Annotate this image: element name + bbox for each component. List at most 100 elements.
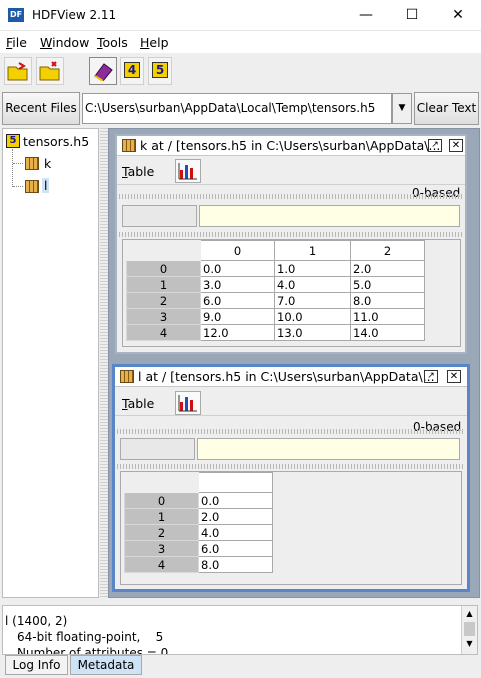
data-table[interactable]: 0 0.0 1 2.0 2 4.0 3 6.0 4 8.0 (124, 472, 273, 573)
hdf4-library-button[interactable]: 4 (120, 57, 144, 85)
file-tree: 5 tensors.h5 k l (2, 128, 99, 598)
cell-location-field (120, 438, 195, 460)
hdf4-icon: 4 (124, 62, 140, 78)
table-cell[interactable]: 7.0 (274, 292, 351, 309)
table-cell[interactable]: 2.0 (350, 260, 425, 277)
table-cell[interactable]: 2.0 (198, 508, 273, 525)
tab-log-info[interactable]: Log Info (5, 655, 68, 675)
dataset-window-k: k at / [tensors.h5 in C:\Users\surban\Ap… (115, 134, 467, 354)
path-dropdown-button[interactable]: ▼ (392, 93, 412, 124)
new-file-button[interactable] (36, 57, 64, 85)
close-window-button[interactable]: ✕ (449, 139, 463, 152)
table-cell[interactable]: 8.0 (350, 292, 425, 309)
close-icon: ✕ (451, 140, 461, 151)
menu-file[interactable]: File (6, 35, 27, 50)
data-table[interactable]: 0 1 2 0 0.0 1.0 2.0 1 3.0 4.0 5.0 2 6.0 … (126, 240, 425, 341)
popout-window-button[interactable]: ↗ (424, 370, 438, 383)
table-row: 4 12.0 13.0 14.0 (126, 324, 425, 341)
column-header[interactable]: 0 (200, 240, 275, 261)
hdf5-icon: 5 (152, 62, 168, 78)
open-file-button[interactable] (4, 57, 32, 85)
column-header[interactable]: 2 (350, 240, 425, 261)
row-header: 4 (126, 324, 201, 341)
recent-files-button[interactable]: Recent Files (2, 92, 80, 125)
toolbar (0, 53, 481, 90)
split-pane-divider[interactable] (100, 128, 108, 598)
dataset-menu-bar (117, 157, 465, 185)
table-cell[interactable]: 4.0 (274, 276, 351, 293)
chart-button[interactable] (175, 391, 201, 415)
table-cell[interactable]: 14.0 (350, 324, 425, 341)
scroll-thumb[interactable] (464, 622, 475, 636)
external-link-icon: ↗ (431, 140, 439, 150)
table-corner (124, 472, 199, 493)
scroll-down-icon[interactable]: ▼ (462, 636, 477, 652)
dataset-icon (122, 139, 136, 152)
row-header: 2 (124, 524, 199, 541)
dataset-window-title[interactable]: l at / [tensors.h5 in C:\Users\surban\Ap… (115, 367, 467, 387)
menu-window[interactable]: Window (40, 35, 89, 50)
tree-item-k[interactable]: k (44, 156, 51, 171)
metadata-panel: l (1400, 2) 64-bit floating-point, 5 Num… (2, 605, 478, 655)
table-cell[interactable]: 10.0 (274, 308, 351, 325)
dataset-window-title[interactable]: k at / [tensors.h5 in C:\Users\surban\Ap… (117, 136, 465, 156)
minimize-button[interactable]: — (343, 0, 389, 31)
popout-window-button[interactable]: ↗ (428, 139, 442, 152)
tree-connector (12, 149, 13, 187)
row-header: 2 (126, 292, 201, 309)
column-header (198, 472, 273, 493)
chart-button[interactable] (175, 159, 201, 183)
table-cell[interactable]: 3.0 (200, 276, 275, 293)
menu-table[interactable]: Table (122, 164, 154, 179)
menu-tools[interactable]: Tools (97, 35, 128, 50)
metadata-line: l (1400, 2) (5, 614, 68, 628)
cell-value-field[interactable] (197, 438, 460, 460)
tree-item-l[interactable]: l (42, 178, 50, 193)
table-cell[interactable]: 6.0 (198, 540, 273, 557)
row-header: 0 (124, 492, 199, 509)
bar-chart-icon (178, 395, 197, 412)
menu-table[interactable]: Table (122, 396, 154, 411)
scroll-up-icon[interactable]: ▲ (462, 606, 477, 622)
metadata-line: Number of attributes = 0 (17, 646, 169, 655)
close-window-button[interactable]: ✕ (447, 370, 461, 383)
hdf5-library-button[interactable]: 5 (148, 57, 172, 85)
table-cell[interactable]: 0.0 (200, 260, 275, 277)
clear-text-button[interactable]: Clear Text (414, 92, 479, 125)
dataset-menu-bar (115, 388, 467, 416)
tree-root-tensors-h5[interactable]: tensors.h5 (23, 134, 89, 149)
metadata-line: 64-bit floating-point, 5 (17, 630, 164, 644)
table-cell[interactable]: 4.0 (198, 524, 273, 541)
table-cell[interactable]: 12.0 (200, 324, 275, 341)
table-cell[interactable]: 5.0 (350, 276, 425, 293)
table-cell[interactable]: 13.0 (274, 324, 351, 341)
table-row: 2 6.0 7.0 8.0 (126, 292, 425, 309)
table-cell[interactable]: 11.0 (350, 308, 425, 325)
menu-help[interactable]: Help (140, 35, 169, 50)
table-row: 3 6.0 (124, 540, 273, 557)
tab-metadata[interactable]: Metadata (70, 655, 142, 675)
table-row: 0 0.0 (124, 492, 273, 509)
row-header: 1 (124, 508, 199, 525)
table-cell[interactable]: 0.0 (198, 492, 273, 509)
table-cell[interactable]: 8.0 (198, 556, 273, 573)
cell-value-field[interactable] (199, 205, 460, 227)
metadata-scrollbar[interactable]: ▲ ▼ (461, 606, 477, 654)
maximize-button[interactable]: ☐ (389, 0, 435, 31)
hdfview-app-icon: DF (8, 8, 24, 22)
data-table-panel: 0 1 2 0 0.0 1.0 2.0 1 3.0 4.0 5.0 2 6.0 … (122, 239, 461, 347)
dataset-icon (120, 370, 134, 383)
column-header[interactable]: 1 (274, 240, 351, 261)
row-header: 1 (126, 276, 201, 293)
splitter (117, 429, 465, 434)
table-cell[interactable]: 1.0 (274, 260, 351, 277)
table-cell[interactable]: 6.0 (200, 292, 275, 309)
row-header: 3 (126, 308, 201, 325)
users-guide-button[interactable] (89, 57, 117, 85)
table-cell[interactable]: 9.0 (200, 308, 275, 325)
file-path-input[interactable]: C:\Users\surban\AppData\Local\Temp\tenso… (82, 93, 392, 124)
row-header: 4 (124, 556, 199, 573)
close-button[interactable]: ✕ (435, 0, 481, 31)
book-icon (94, 63, 113, 82)
row-header: 0 (126, 260, 201, 277)
